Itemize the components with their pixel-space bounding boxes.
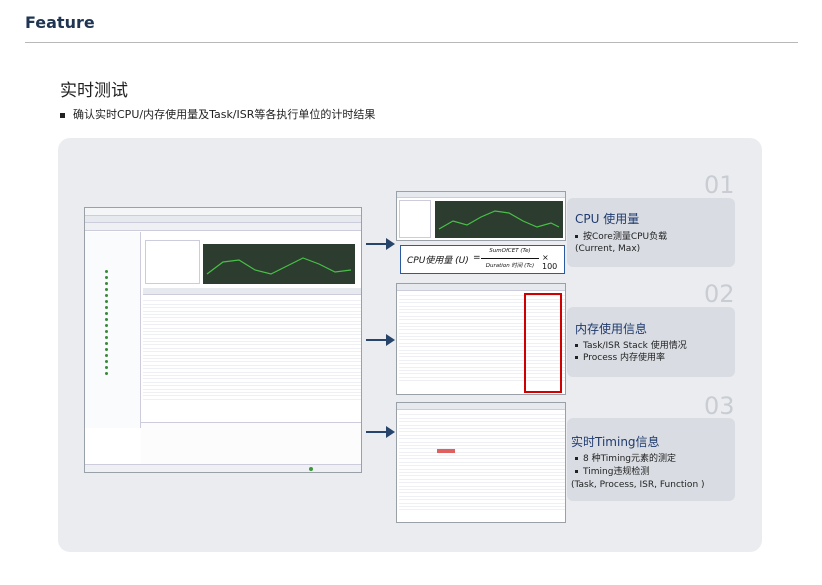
section-title: 实时测试 [60, 81, 128, 101]
cpu-shot-header [397, 192, 565, 198]
window-menubar [85, 216, 361, 223]
formula-denominator: Duration 时间 (Tc) [485, 263, 535, 269]
section-bullet-text: 确认实时CPU/内存使用量及Task/ISR等各执行单位的计时结果 [73, 108, 376, 121]
project-tree-panel [85, 232, 141, 428]
card-cpu-title: CPU 使用量 [575, 212, 640, 226]
header-divider [25, 42, 798, 43]
timing-shot-table [399, 412, 565, 522]
timing-shot-toolbar [397, 403, 565, 410]
memory-highlight-box [524, 293, 562, 393]
cpu-shot-graph [435, 201, 563, 238]
section-bullet: 确认实时CPU/内存使用量及Task/ISR等各执行单位的计时结果 [60, 106, 375, 122]
status-indicator-icon [309, 467, 313, 471]
status-bar [85, 464, 361, 472]
formula-lhs: CPU使用量 (U) [407, 256, 469, 266]
bullet-square-icon [60, 112, 65, 118]
timing-violation-cell [437, 449, 455, 453]
formula-numerator: SumOfCET (Te) [489, 248, 531, 254]
card-cpu-item-1: 按Core测量CPU负载 [575, 231, 667, 243]
step-number-3: 03 [704, 392, 735, 420]
cpu-shot-table [399, 200, 431, 238]
window-toolbar [85, 223, 361, 231]
arrow-cpu [366, 238, 395, 250]
card-timing-item-2: Timing违规检测 [575, 466, 649, 478]
arrow-memory [366, 334, 395, 346]
step-number-1: 01 [704, 171, 735, 199]
cpu-graph [203, 244, 355, 284]
formula-factor: × 100 [542, 253, 558, 271]
cpu-shot-graph-line [438, 210, 560, 230]
card-timing: 实时Timing信息 8 种Timing元素的测定 Timing违规检测 (Ta… [567, 418, 735, 501]
card-cpu-item-2: (Current, Max) [575, 244, 641, 254]
log-output-panel [141, 422, 361, 464]
formula-fraction-line [481, 258, 539, 259]
table-toolbar [143, 288, 361, 295]
timing-screenshot [396, 402, 566, 523]
timing-table [143, 298, 361, 414]
page-header-title: Feature [25, 13, 95, 32]
cpu-screenshot [396, 191, 566, 241]
step-number-2: 02 [704, 280, 735, 308]
card-memory: 内存使用信息 Task/ISR Stack 使用情况 Process 内存使用率 [567, 307, 735, 377]
window-titlebar [85, 208, 361, 216]
card-cpu: CPU 使用量 按Core测量CPU负载 (Current, Max) [567, 198, 735, 267]
card-memory-item-1: Task/ISR Stack 使用情况 [575, 340, 687, 352]
formula-eq: = [473, 253, 481, 263]
memory-screenshot [396, 283, 566, 395]
memory-shot-toolbar [397, 284, 565, 291]
main-app-screenshot [84, 207, 362, 473]
card-timing-title: 实时Timing信息 [571, 435, 660, 449]
cpu-table [145, 240, 200, 284]
cpu-graph-line [206, 257, 352, 275]
card-timing-item-3: (Task, Process, ISR, Function ) [571, 480, 705, 490]
card-memory-item-2: Process 内存使用率 [575, 352, 665, 364]
card-memory-title: 内存使用信息 [575, 322, 648, 336]
card-timing-item-1: 8 种Timing元素的测定 [575, 453, 676, 465]
arrow-timing [366, 426, 395, 438]
cpu-formula-box: CPU使用量 (U) = SumOfCET (Te) Duration 时间 (… [400, 245, 565, 274]
